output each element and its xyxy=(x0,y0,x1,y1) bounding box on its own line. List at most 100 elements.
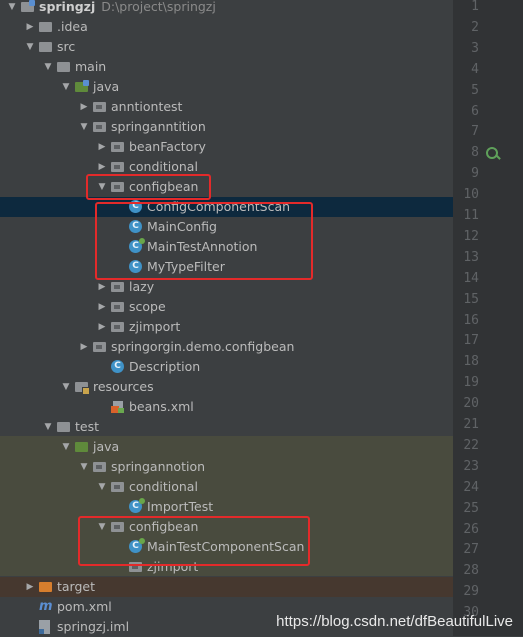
project-folder-icon xyxy=(21,0,35,12)
tree-row[interactable]: ▼ configbean xyxy=(0,177,453,197)
package-icon xyxy=(111,302,124,312)
collapse-arrow-right-icon[interactable]: ▶ xyxy=(96,277,108,297)
expand-arrow-down-icon[interactable]: ▼ xyxy=(78,117,90,137)
tree-item-name: src xyxy=(57,39,76,54)
package-icon xyxy=(93,342,106,352)
tree-row[interactable]: ▼ springanntition xyxy=(0,117,453,137)
tree-row-label: springorgin.demo.configbean xyxy=(111,337,294,357)
line-number: 14 xyxy=(463,270,479,286)
collapse-arrow-right-icon[interactable]: ▶ xyxy=(96,137,108,157)
line-number: 2 xyxy=(471,19,479,35)
collapse-arrow-right-icon[interactable]: ▶ xyxy=(96,317,108,337)
folder-icon xyxy=(57,422,70,432)
tree-item-name: conditional xyxy=(129,479,198,494)
bean-gutter-icon[interactable] xyxy=(486,147,498,159)
tree-row-label: .idea xyxy=(57,17,88,37)
tree-item-name: beans.xml xyxy=(129,399,194,414)
collapse-arrow-right-icon[interactable]: ▶ xyxy=(24,17,36,37)
watermark: https://blog.csdn.net/dfBeautifulLive xyxy=(276,613,513,630)
tree-row[interactable]: ▶ conditional xyxy=(0,157,453,177)
tree-row[interactable]: ▼ conditional xyxy=(0,477,453,497)
tree-row-label: ImportTest xyxy=(147,497,213,517)
expand-arrow-down-icon[interactable]: ▼ xyxy=(96,477,108,497)
expand-arrow-down-icon[interactable]: ▼ xyxy=(60,77,72,97)
test-source-folder-icon xyxy=(75,442,88,452)
line-number: 19 xyxy=(463,375,479,391)
tree-row-label: springzj.iml xyxy=(57,617,129,637)
line-number: 15 xyxy=(463,291,479,307)
expand-arrow-down-icon[interactable]: ▼ xyxy=(60,377,72,397)
line-number: 11 xyxy=(463,208,479,223)
tree-item-name: Description xyxy=(129,359,201,374)
tree-item-name: springanntition xyxy=(111,119,206,134)
tree-row[interactable]: ▼ test xyxy=(0,417,453,437)
tree-item-name: pom.xml xyxy=(57,599,112,614)
expand-arrow-down-icon[interactable]: ▼ xyxy=(42,57,54,77)
highlight-box-classes xyxy=(95,202,313,280)
tree-row[interactable]: C ImportTest xyxy=(0,497,453,517)
line-number: 10 xyxy=(463,187,479,203)
line-number: 26 xyxy=(463,521,479,537)
tree-item-name: .idea xyxy=(57,19,88,34)
tree-row[interactable]: ▼ main xyxy=(0,57,453,77)
line-number: 27 xyxy=(463,542,479,558)
tree-row[interactable]: ▼ springzj D:\project\springzj xyxy=(0,0,453,17)
package-icon xyxy=(111,322,124,332)
tree-row[interactable]: ▼ resources xyxy=(0,377,453,397)
xml-file-icon xyxy=(111,400,125,414)
tree-row-label: springannotion xyxy=(111,457,205,477)
tree-item-name: springzj.iml xyxy=(57,619,130,634)
expand-arrow-down-icon[interactable]: ▼ xyxy=(42,417,54,437)
tree-row-label: Description xyxy=(129,357,200,377)
collapse-arrow-right-icon[interactable]: ▶ xyxy=(78,97,90,117)
tree-item-name: conditional xyxy=(129,159,198,174)
tree-row[interactable]: ▼ springannotion xyxy=(0,457,453,477)
tree-row[interactable]: beans.xml xyxy=(0,397,453,417)
tree-row[interactable]: ▶ target xyxy=(0,577,453,597)
line-number: 18 xyxy=(463,354,479,370)
tree-item-name: anntiontest xyxy=(111,99,183,114)
collapse-arrow-right-icon[interactable]: ▶ xyxy=(78,337,90,357)
expand-arrow-down-icon[interactable]: ▼ xyxy=(24,37,36,57)
tree-item-name: test xyxy=(75,419,100,434)
tree-row[interactable]: ▶ springorgin.demo.configbean xyxy=(0,337,453,357)
folder-icon xyxy=(39,42,52,52)
line-number: 6 xyxy=(471,103,479,119)
package-icon xyxy=(111,142,124,152)
tree-row[interactable]: ▼ java xyxy=(0,77,453,97)
tree-row-label: anntiontest xyxy=(111,97,182,117)
tree-row[interactable]: ▶ beanFactory xyxy=(0,137,453,157)
tree-row[interactable]: ▶ zjimport xyxy=(0,317,453,337)
line-number: 29 xyxy=(463,584,479,600)
tree-row-label: main xyxy=(75,57,106,77)
tree-item-name: scope xyxy=(129,299,166,314)
line-number: 17 xyxy=(463,333,479,349)
expand-arrow-down-icon[interactable]: ▼ xyxy=(6,0,18,17)
tree-item-name: springorgin.demo.configbean xyxy=(111,339,295,354)
line-number: 16 xyxy=(463,312,479,328)
tree-row[interactable]: ▶ .idea xyxy=(0,17,453,37)
excluded-folder-icon xyxy=(39,582,52,592)
tree-item-name: ImportTest xyxy=(147,499,214,514)
class-icon: C xyxy=(111,360,124,373)
tree-row[interactable]: ▼ java xyxy=(0,437,453,457)
expand-arrow-down-icon[interactable]: ▼ xyxy=(78,457,90,477)
line-number: 13 xyxy=(463,249,479,265)
line-number: 9 xyxy=(471,166,479,182)
highlight-box-configbean xyxy=(86,174,211,200)
collapse-arrow-right-icon[interactable]: ▶ xyxy=(96,297,108,317)
tree-row-label: lazy xyxy=(129,277,154,297)
highlight-box-test-configbean xyxy=(78,516,310,566)
tree-item-name: beanFactory xyxy=(129,139,206,154)
tree-row[interactable]: ▶ scope xyxy=(0,297,453,317)
expand-arrow-down-icon[interactable]: ▼ xyxy=(60,437,72,457)
tree-row[interactable]: ▶ lazy xyxy=(0,277,453,297)
tree-row-label: resources xyxy=(93,377,154,397)
collapse-arrow-right-icon[interactable]: ▶ xyxy=(24,577,36,597)
tree-row[interactable]: C Description xyxy=(0,357,453,377)
line-number: 8 xyxy=(471,145,479,161)
tree-row-label: springanntition xyxy=(111,117,206,137)
tree-row[interactable]: ▼ src xyxy=(0,37,453,57)
tree-row[interactable]: ▶ anntiontest xyxy=(0,97,453,117)
tree-row-label: java xyxy=(93,77,119,97)
